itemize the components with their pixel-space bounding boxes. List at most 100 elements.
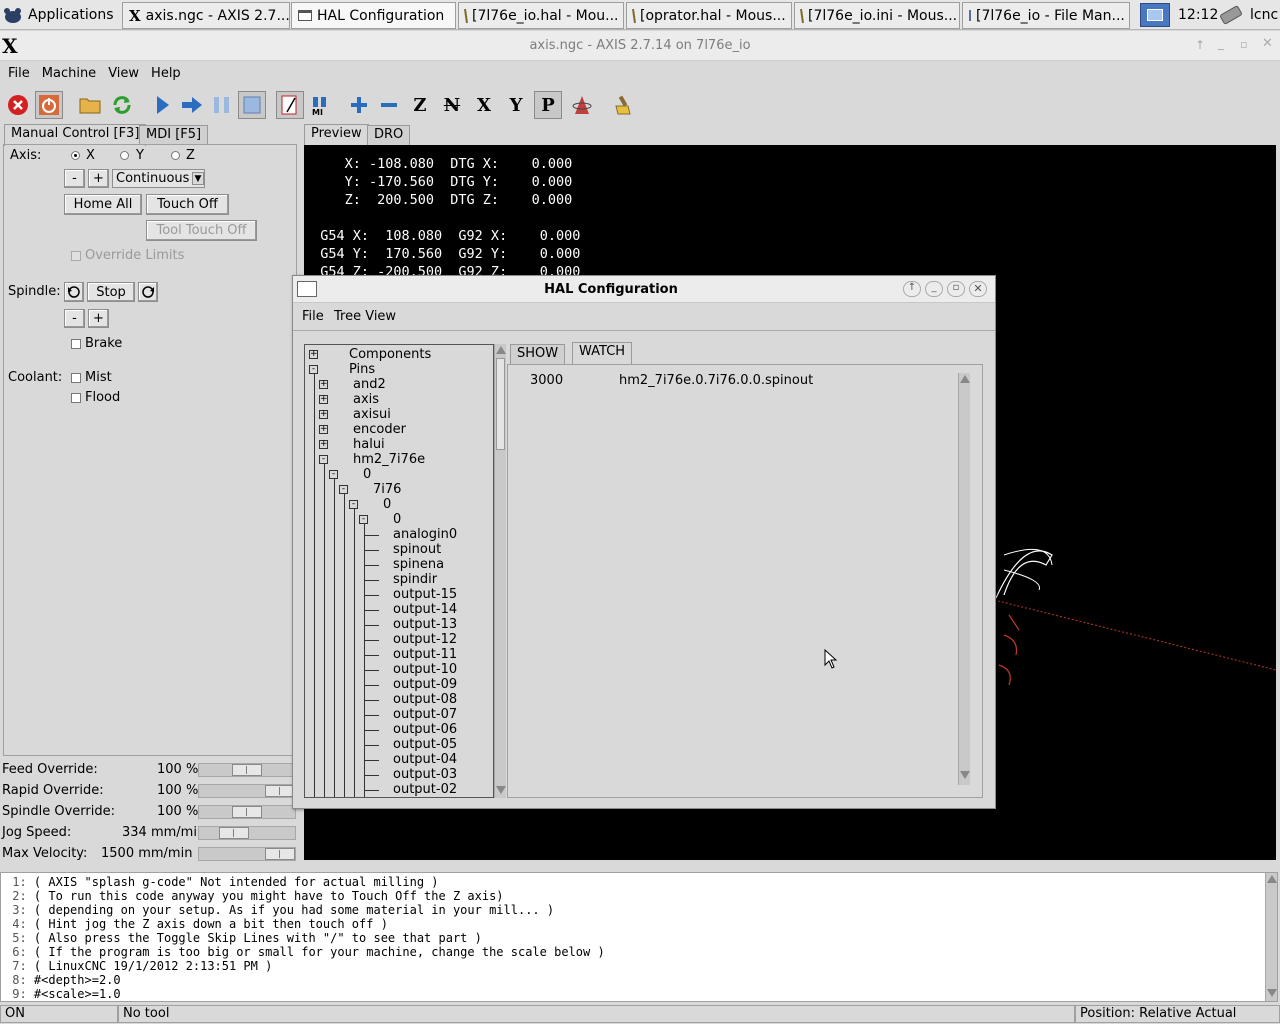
hal-tree-view[interactable]: + Components - Pins + and2 + axis + axisui + encode…	[304, 344, 494, 798]
maximize-icon[interactable]: ▫	[1240, 38, 1247, 51]
scroll-thumb[interactable]	[496, 358, 505, 450]
slider-thumb[interactable]	[219, 827, 249, 839]
rotate-button[interactable]	[568, 91, 596, 119]
spindle-cw-button[interactable]	[138, 282, 158, 302]
minimize-icon[interactable]: _	[1218, 36, 1224, 50]
tab-preview[interactable]: Preview	[304, 124, 369, 146]
menu-view[interactable]: View	[108, 66, 139, 81]
tree-node[interactable]: output-11	[393, 647, 457, 662]
view-p-button[interactable]: P	[534, 91, 562, 119]
tree-node[interactable]: spinena	[393, 557, 444, 572]
tab-dro[interactable]: DRO	[367, 125, 411, 145]
tree-node[interactable]: output-12	[393, 632, 457, 647]
spindle-ccw-button[interactable]	[64, 282, 84, 302]
mist-checkbox[interactable]	[71, 373, 81, 383]
user-name[interactable]: lcnc	[1250, 0, 1278, 30]
shade-icon[interactable]: ↑	[903, 281, 921, 297]
block-delete-button[interactable]	[276, 91, 304, 119]
view-y-button[interactable]: Y	[502, 91, 530, 119]
hal-tab-watch[interactable]: WATCH	[572, 342, 633, 365]
expand-icon[interactable]: +	[319, 395, 328, 404]
touch-off-button[interactable]: Touch Off	[146, 194, 229, 215]
network-icon[interactable]	[1219, 2, 1245, 28]
collapse-icon[interactable]: -	[359, 515, 368, 524]
tree-node[interactable]: output-02	[393, 782, 457, 797]
zoom-out-button[interactable]	[375, 91, 403, 119]
tree-node[interactable]: output-04	[393, 752, 457, 767]
slider-track[interactable]	[198, 826, 296, 840]
tree-node[interactable]: 0	[393, 512, 401, 527]
gcode-text-area[interactable]: 1: ( AXIS "splash g-code" Not intended f…	[0, 872, 1278, 1002]
collapse-icon[interactable]: -	[339, 485, 348, 494]
tab-manual-control[interactable]: Manual Control [F3]	[4, 124, 147, 146]
override-limits-checkbox[interactable]	[71, 251, 81, 261]
close-icon[interactable]: ✕	[1262, 36, 1273, 51]
tree-node[interactable]: analogin0	[393, 527, 457, 542]
expand-icon[interactable]: +	[319, 380, 328, 389]
maximize-icon[interactable]: ▫	[947, 281, 965, 297]
tree-node[interactable]: output-05	[393, 737, 457, 752]
menu-machine[interactable]: Machine	[42, 66, 96, 81]
reload-button[interactable]	[108, 91, 136, 119]
open-file-button[interactable]	[76, 91, 104, 119]
slider-thumb[interactable]	[265, 848, 295, 860]
collapse-icon[interactable]: -	[349, 500, 358, 509]
tree-node[interactable]: Components	[349, 347, 431, 362]
tree-scrollbar[interactable]	[494, 344, 506, 798]
clock[interactable]: 12:12	[1178, 0, 1218, 30]
task-file-manager[interactable]: [7l76e_io - File Man...	[962, 2, 1130, 29]
tree-node[interactable]: spinout	[393, 542, 441, 557]
tree-node[interactable]: output-14	[393, 602, 457, 617]
tree-node[interactable]: hm2_7i76e	[353, 452, 425, 467]
slider-track[interactable]	[198, 847, 296, 861]
tree-node[interactable]: axisui	[353, 407, 391, 422]
close-icon[interactable]: ✕	[969, 281, 987, 297]
brake-checkbox[interactable]	[71, 339, 81, 349]
zoom-in-button[interactable]	[345, 91, 373, 119]
tree-node[interactable]: Pins	[349, 362, 375, 377]
tree-node[interactable]: output-13	[393, 617, 457, 632]
task-oprator-hal[interactable]: [oprator.hal - Mous...	[626, 2, 792, 29]
run-button[interactable]	[148, 91, 176, 119]
tree-node[interactable]: spindir	[393, 572, 437, 587]
tree-node[interactable]: and2	[353, 377, 386, 392]
expand-icon[interactable]: +	[319, 410, 328, 419]
view-z2-button[interactable]: N	[438, 91, 466, 119]
tree-node[interactable]: output-10	[393, 662, 457, 677]
slider-thumb[interactable]	[232, 806, 262, 818]
task-ini-file[interactable]: [7l76e_io.ini - Mous...	[794, 2, 960, 29]
workspace-switcher[interactable]	[1140, 3, 1170, 27]
slider-track[interactable]	[198, 805, 296, 819]
tree-node[interactable]: halui	[353, 437, 385, 452]
task-axis[interactable]: X axis.ngc - AXIS 2.7....	[122, 2, 290, 29]
tree-node[interactable]: 0	[363, 467, 371, 482]
jog-mode-select[interactable]: Continuous ▼	[112, 169, 205, 188]
jog-plus-button[interactable]: +	[88, 169, 109, 188]
tree-node[interactable]: output-09	[393, 677, 457, 692]
expand-icon[interactable]: +	[309, 350, 318, 359]
step-button[interactable]	[178, 91, 206, 119]
task-hal-configuration[interactable]: HAL Configuration	[291, 2, 456, 29]
tree-node[interactable]: encoder	[353, 422, 406, 437]
power-button[interactable]	[35, 91, 63, 119]
tree-node[interactable]: 7i76	[373, 482, 401, 497]
tree-node[interactable]: 0	[383, 497, 391, 512]
hal-titlebar[interactable]: HAL Configuration ↑ _ ▫ ✕	[293, 276, 995, 303]
spindle-plus-button[interactable]: +	[88, 309, 109, 328]
clear-plot-button[interactable]	[610, 91, 638, 119]
slider-thumb[interactable]	[232, 764, 262, 776]
watch-scrollbar[interactable]	[958, 373, 970, 785]
expand-icon[interactable]: +	[319, 440, 328, 449]
spindle-stop-button[interactable]: Stop	[87, 282, 135, 302]
applications-menu[interactable]: Applications	[2, 3, 114, 27]
view-z-button[interactable]: Z	[406, 91, 434, 119]
jog-minus-button[interactable]: -	[64, 169, 85, 188]
collapse-icon[interactable]: -	[309, 365, 318, 374]
slider-track[interactable]	[198, 763, 296, 777]
minimize-icon[interactable]: _	[925, 281, 943, 297]
optional-stop-button[interactable]: MI	[306, 91, 334, 119]
collapse-icon[interactable]: -	[329, 470, 338, 479]
slider-thumb[interactable]	[265, 785, 295, 797]
axis-y-radio[interactable]	[120, 151, 129, 160]
axis-z-radio[interactable]	[171, 151, 180, 160]
